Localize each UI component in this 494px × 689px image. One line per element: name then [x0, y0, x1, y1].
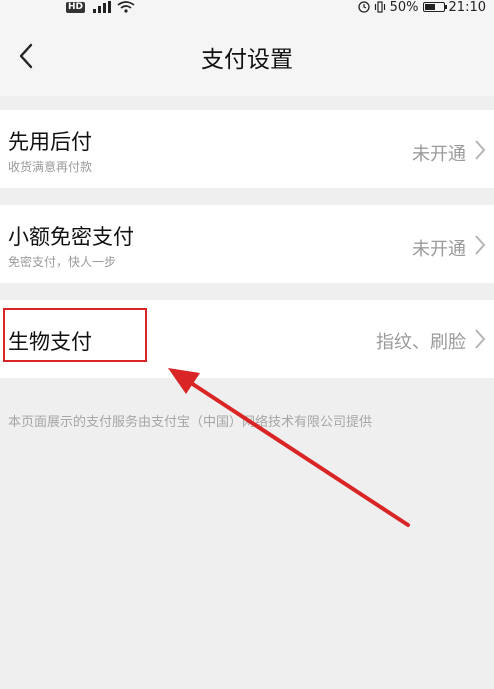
annotation-arrow — [168, 368, 410, 527]
